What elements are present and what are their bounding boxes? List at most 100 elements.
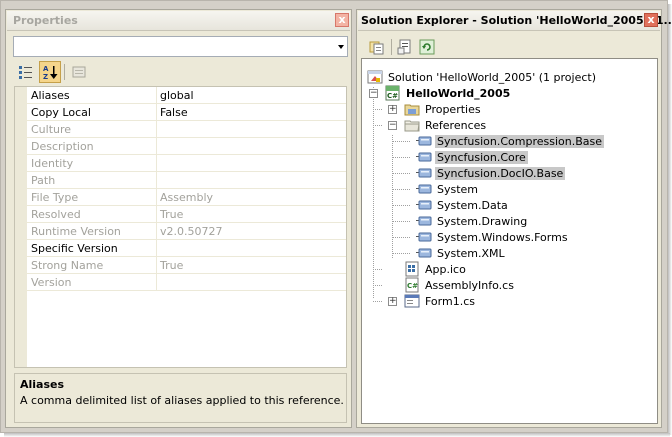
property-row-gutter: [15, 155, 27, 172]
tree-node-file-assemblyinfo[interactable]: C# AssemblyInfo.cs: [404, 277, 516, 293]
tree-node-label: Properties: [425, 102, 481, 116]
frame-shadow-right: [668, 4, 672, 435]
properties-button[interactable]: [395, 37, 415, 57]
property-row[interactable]: Specific Version: [15, 240, 346, 257]
property-row[interactable]: Description: [15, 138, 346, 155]
property-divider: [156, 223, 157, 240]
tree-node-reference[interactable]: Syncfusion.Compression.Base: [416, 133, 604, 149]
property-divider: [156, 274, 157, 291]
references-folder-icon: [404, 117, 420, 133]
refresh-icon: [419, 39, 435, 55]
icon-file-icon: [404, 261, 420, 277]
properties-title-bar[interactable]: Properties: [7, 11, 350, 31]
property-value[interactable]: global: [160, 89, 194, 102]
tree-node-solution[interactable]: Solution 'HelloWorld_2005' (1 project): [367, 69, 598, 85]
tree-node-label: System.Drawing: [437, 214, 528, 228]
property-row[interactable]: Version: [15, 274, 346, 291]
property-row[interactable]: Resolved True: [15, 206, 346, 223]
tree-node-file-form1[interactable]: Form1.cs: [404, 293, 477, 309]
solution-explorer-panel: Solution Explorer - Solution 'HelloWorld…: [356, 9, 672, 428]
assembly-reference-icon: [416, 165, 432, 181]
assembly-reference-icon: [416, 197, 432, 213]
solution-tree: Solution 'HelloWorld_2005' (1 project) −…: [361, 58, 658, 424]
tree-node-reference[interactable]: System.XML: [416, 245, 507, 261]
chevron-down-icon[interactable]: [338, 45, 344, 49]
tree-node-label: System.Data: [437, 198, 508, 212]
property-divider: [156, 240, 157, 257]
tree-node-properties[interactable]: Properties: [404, 101, 483, 117]
assembly-reference-icon: [416, 245, 432, 261]
svg-text:Z: Z: [43, 73, 48, 80]
assembly-reference-icon: [416, 181, 432, 197]
toolbar-separator: [391, 39, 392, 55]
alphabetical-sort-icon: A Z: [43, 65, 58, 80]
tree-node-label: Form1.cs: [425, 294, 475, 308]
categorized-button[interactable]: [15, 61, 37, 83]
form-file-icon: [404, 293, 420, 309]
property-value: Assembly: [160, 191, 214, 204]
frame-shadow-bottom: [4, 433, 670, 437]
tree-node-reference[interactable]: System: [416, 181, 480, 197]
property-divider: [156, 257, 157, 274]
object-selector-combobox[interactable]: [13, 36, 348, 57]
property-row[interactable]: Identity: [15, 155, 346, 172]
property-divider: [156, 104, 157, 121]
refresh-button[interactable]: [417, 37, 437, 57]
property-row[interactable]: File Type Assembly: [15, 189, 346, 206]
property-row[interactable]: Runtime Version v2.0.50727: [15, 223, 346, 240]
expand-form1-toggle[interactable]: +: [388, 297, 397, 306]
tree-node-label: References: [425, 118, 487, 132]
property-name: Runtime Version: [31, 225, 121, 238]
property-divider: [156, 155, 157, 172]
property-row-gutter: [15, 172, 27, 189]
property-row-gutter: [15, 257, 27, 274]
property-name: Specific Version: [31, 242, 118, 255]
tree-node-file-app-ico[interactable]: App.ico: [404, 261, 468, 277]
tree-node-reference[interactable]: Syncfusion.Core: [416, 149, 528, 165]
collapse-references-toggle[interactable]: −: [388, 121, 397, 130]
tree-line: [392, 173, 410, 174]
property-row[interactable]: Aliases global: [15, 87, 346, 104]
solution-icon: [367, 69, 383, 85]
property-pages-button[interactable]: [68, 61, 90, 83]
property-row[interactable]: Culture: [15, 121, 346, 138]
tree-node-references[interactable]: References: [404, 117, 488, 133]
solution-explorer-close-button[interactable]: x: [644, 13, 658, 27]
property-row-gutter: [15, 87, 27, 104]
property-grid: Aliases global Copy Local False Culture Descr…: [14, 86, 347, 368]
tree-node-reference[interactable]: System.Windows.Forms: [416, 229, 570, 245]
tree-node-reference[interactable]: System.Data: [416, 197, 510, 213]
property-row-gutter: [15, 104, 27, 121]
properties-close-button[interactable]: x: [335, 13, 349, 27]
tree-line: [392, 141, 410, 142]
properties-panel: Properties x A Z Aliases global Copy Loc…: [5, 9, 352, 428]
assembly-reference-icon: [416, 149, 432, 165]
property-name: Aliases: [31, 89, 70, 102]
tree-node-label: AssemblyInfo.cs: [425, 278, 514, 292]
solution-explorer-toolbar: [367, 37, 647, 57]
description-pane: Aliases A comma delimited list of aliase…: [14, 373, 347, 423]
tree-node-project[interactable]: C# HelloWorld_2005: [385, 85, 512, 101]
property-row[interactable]: Copy Local False: [15, 104, 346, 121]
properties-title: Properties: [13, 14, 78, 27]
csharp-project-icon: C#: [385, 85, 401, 101]
tree-node-label: Syncfusion.Core: [435, 150, 528, 164]
expand-properties-toggle[interactable]: +: [388, 105, 397, 114]
tree-node-reference[interactable]: Syncfusion.DocIO.Base: [416, 165, 566, 181]
svg-text:C#: C#: [387, 92, 398, 100]
solution-explorer-title-bar[interactable]: Solution Explorer - Solution 'HelloWorld…: [358, 11, 672, 31]
property-row[interactable]: Strong Name True: [15, 257, 346, 274]
property-value[interactable]: False: [160, 106, 188, 119]
solution-explorer-title: Solution Explorer - Solution 'HelloWorld…: [361, 14, 672, 27]
show-all-files-button[interactable]: [367, 37, 387, 57]
property-row[interactable]: Path: [15, 172, 346, 189]
tree-node-reference[interactable]: System.Drawing: [416, 213, 529, 229]
alphabetical-sort-button[interactable]: A Z: [39, 61, 61, 83]
properties-icon: [397, 39, 411, 55]
tree-line: [392, 157, 410, 158]
assembly-reference-icon: [416, 213, 432, 229]
description-text: A comma delimited list of aliases applie…: [20, 394, 344, 407]
collapse-project-toggle[interactable]: −: [369, 89, 378, 98]
property-divider: [156, 87, 157, 104]
tree-line: [392, 135, 393, 258]
